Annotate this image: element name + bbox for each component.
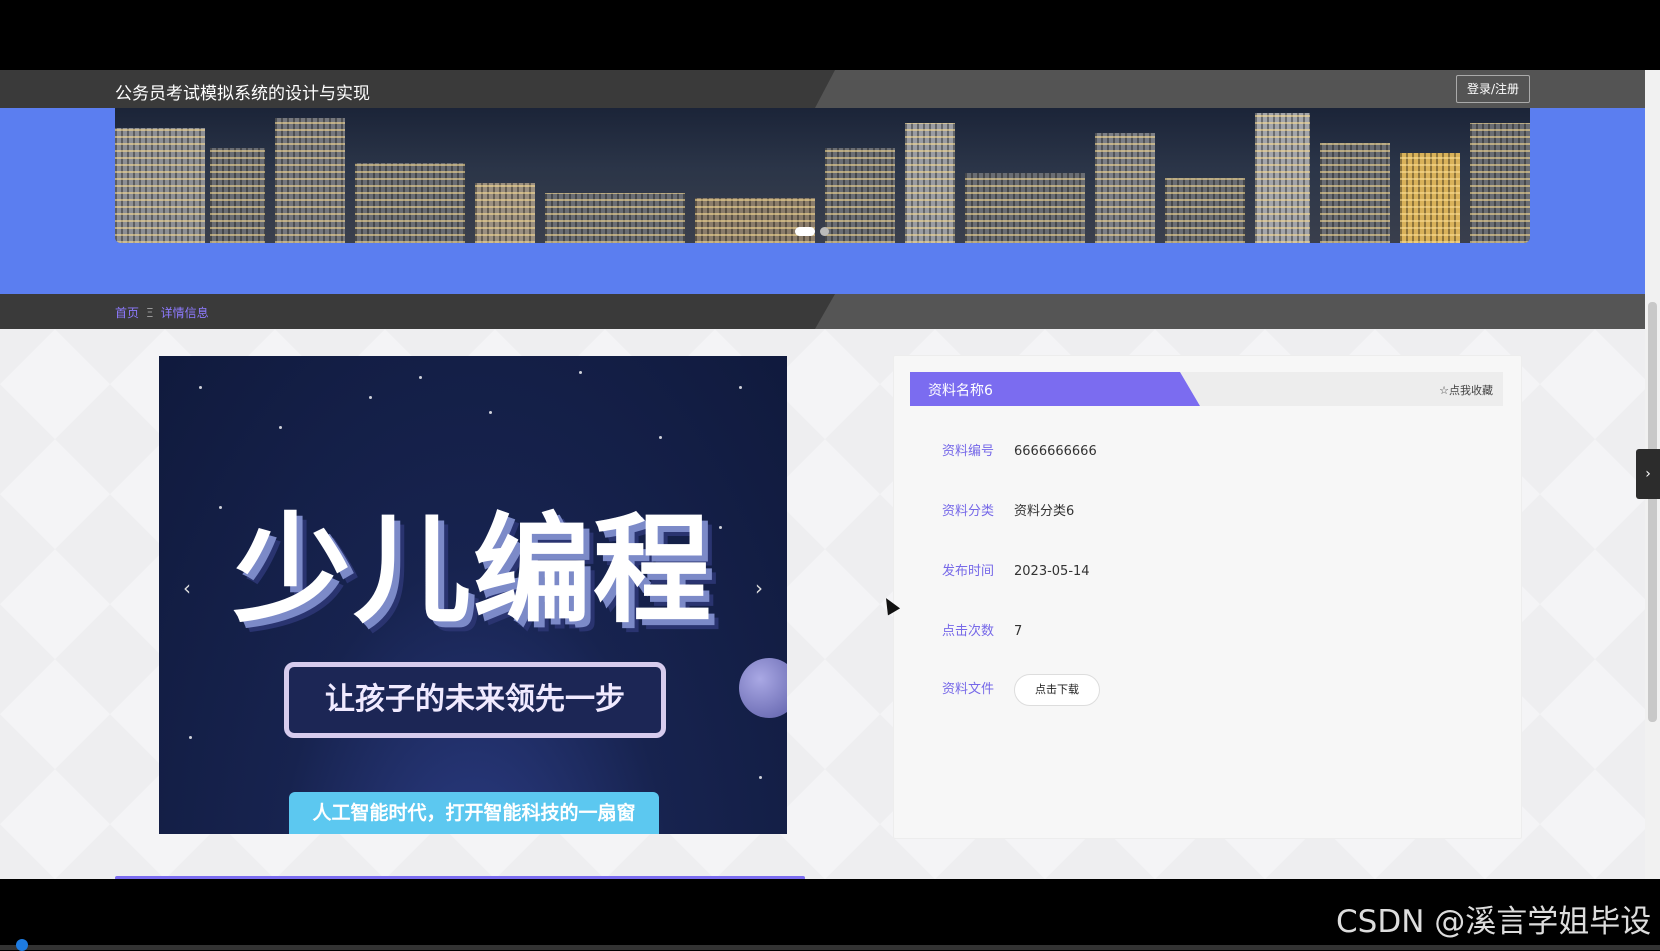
field-row-file: 资料文件 点击下载 (942, 674, 1100, 706)
download-button[interactable]: 点击下载 (1014, 674, 1100, 706)
scrollbar-thumb[interactable] (1648, 302, 1657, 722)
video-progress-bar[interactable] (0, 945, 1660, 950)
detail-name: 资料名称6 (928, 383, 993, 399)
watermark: CSDN @溪言学姐毕设 (1336, 904, 1652, 940)
field-value: 资料分类6 (1014, 504, 1075, 519)
poster-tagline: 让孩子的未来领先一步 (284, 662, 666, 738)
side-panel-toggle-icon[interactable]: › (1636, 449, 1660, 499)
favorite-button[interactable]: ☆点我收藏 (1439, 382, 1493, 398)
field-row-category: 资料分类 资料分类6 (942, 500, 1074, 519)
field-label: 资料文件 (942, 682, 995, 697)
site-title: 公务员考试模拟系统的设计与实现 (115, 84, 370, 104)
breadcrumb-current: 详情信息 (160, 306, 209, 320)
top-nav-bar: 公务员考试模拟系统的设计与实现 登录/注册 (0, 70, 1645, 108)
section-accent-line (115, 876, 805, 879)
detail-image-carousel[interactable]: 少儿编程 让孩子的未来领先一步 人工智能时代，打开智能科技的一扇窗 ‹ › (159, 356, 787, 834)
carousel-dot[interactable] (820, 227, 829, 236)
field-label: 发布时间 (942, 564, 995, 579)
detail-info-card: 资料名称6 ☆点我收藏 资料编号 6666666666 资料分类 资料分类6 发布时… (893, 355, 1522, 839)
planet-icon (739, 658, 787, 718)
carousel-next-icon[interactable]: › (755, 576, 763, 600)
main-content: 少儿编程 让孩子的未来领先一步 人工智能时代，打开智能科技的一扇窗 ‹ › 资料… (0, 329, 1645, 879)
breadcrumb-separator-icon: Ξ (146, 306, 154, 320)
poster-subline: 人工智能时代，打开智能科技的一扇窗 (289, 792, 659, 834)
login-register-button[interactable]: 登录/注册 (1456, 75, 1530, 103)
field-row-publish-time: 发布时间 2023-05-14 (942, 560, 1090, 579)
carousel-prev-icon[interactable]: ‹ (183, 576, 191, 600)
breadcrumb: 首页 Ξ 详情信息 (115, 304, 209, 321)
field-row-code: 资料编号 6666666666 (942, 440, 1097, 459)
field-label: 点击次数 (942, 624, 995, 639)
poster-title: 少儿编程 (232, 501, 713, 639)
field-value: 6666666666 (1014, 444, 1097, 459)
breadcrumb-bar: 首页 Ξ 详情信息 (0, 294, 1645, 329)
detail-header: 资料名称6 ☆点我收藏 (910, 372, 1503, 406)
breadcrumb-home-link[interactable]: 首页 (115, 306, 139, 320)
video-progress-handle[interactable] (16, 939, 28, 951)
carousel-indicators (795, 221, 834, 240)
field-row-click-count: 点击次数 7 (942, 620, 1022, 639)
field-value: 7 (1014, 624, 1023, 639)
field-label: 资料编号 (942, 444, 995, 459)
field-value: 2023-05-14 (1014, 564, 1090, 579)
breadcrumb-right-panel (815, 294, 1645, 329)
field-label: 资料分类 (942, 504, 995, 519)
carousel-dot-active[interactable] (795, 227, 815, 236)
